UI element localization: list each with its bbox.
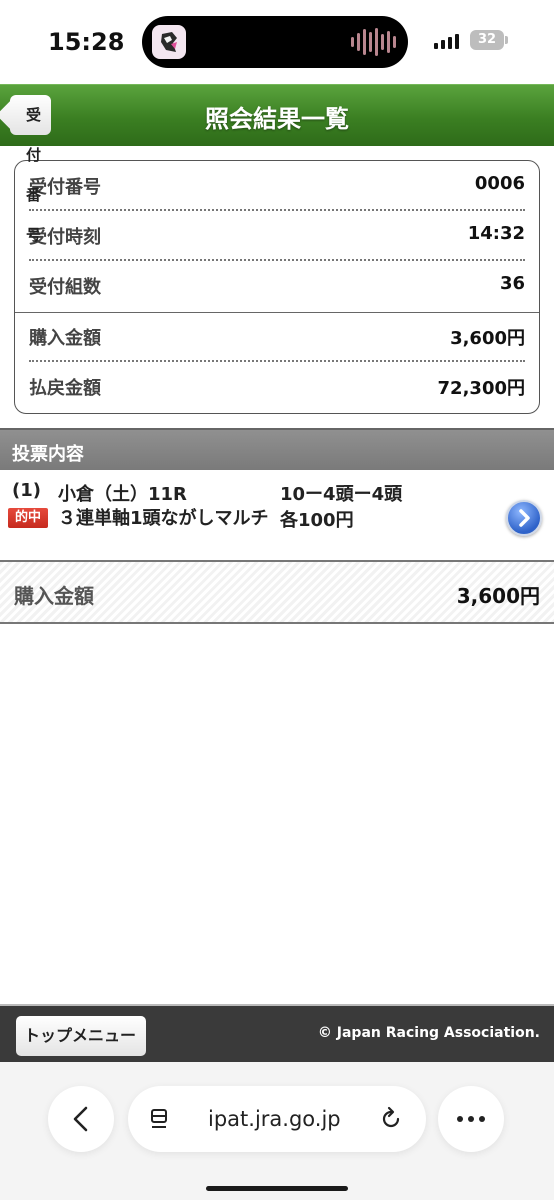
bet-number: (1)	[12, 480, 41, 501]
reload-icon[interactable]	[378, 1106, 404, 1132]
bet-race: 小倉（土）11R	[58, 484, 187, 505]
summary-label: 購入金額	[29, 328, 101, 349]
summary-value: 0006	[474, 173, 525, 194]
status-time: 15:28	[48, 28, 125, 56]
summary-value: 72,300円	[437, 378, 525, 399]
browser-back-button[interactable]	[48, 1086, 114, 1152]
summary-value: 14:32	[467, 223, 525, 244]
bet-type: ３連単軸1頭ながしマルチ	[58, 508, 269, 529]
back-button[interactable]: 受付番号	[10, 95, 52, 244]
summary-row-combination-count: 受付組数 36	[29, 261, 525, 311]
summary-row-receipt-time: 受付時刻 14:32	[29, 211, 525, 261]
battery-icon: 32	[470, 30, 504, 50]
footer: トップメニュー © Japan Racing Association.	[0, 1004, 554, 1062]
browser-toolbar: ipat.jra.go.jp	[0, 1062, 554, 1200]
umajo-app-icon[interactable]	[152, 25, 186, 59]
total-label: 購入金額	[14, 584, 94, 608]
dynamic-island[interactable]	[142, 16, 408, 68]
summary-label: 受付組数	[29, 277, 101, 298]
section-header-bet-contents: 投票内容	[0, 428, 554, 470]
more-options-button[interactable]	[438, 1086, 504, 1152]
cellular-signal-icon	[434, 33, 459, 49]
summary-row-receipt-number: 受付番号 0006	[29, 161, 525, 211]
address-bar[interactable]: ipat.jra.go.jp	[128, 1086, 426, 1152]
total-row: 購入金額 3,600円	[0, 562, 554, 624]
summary-row-purchase-amount: 購入金額 3,600円	[29, 312, 525, 362]
summary-value: 36	[499, 273, 525, 294]
hit-badge: 的中	[8, 508, 48, 528]
total-value: 3,600円	[456, 584, 540, 608]
home-indicator[interactable]	[206, 1186, 348, 1191]
chevron-left-icon	[73, 1106, 88, 1132]
app-header: 受付番号 照会結果一覧	[0, 84, 554, 244]
top-menu-button[interactable]: トップメニュー	[16, 1016, 147, 1056]
copyright-text: © Japan Racing Association.	[317, 1025, 540, 1041]
summary-value: 3,600円	[450, 328, 525, 349]
page-title: 照会結果一覧	[205, 105, 349, 133]
bet-list-item[interactable]: (1) 的中 小倉（土）11R ３連単軸1頭ながしマルチ 10ー4頭ー4頭 各1…	[0, 470, 554, 562]
audio-waveform-icon	[351, 28, 396, 56]
summary-card: 受付番号 0006 受付時刻 14:32 受付組数 36 購入金額 3,600円…	[14, 160, 540, 414]
url-text: ipat.jra.go.jp	[208, 1107, 341, 1131]
section-title: 投票内容	[12, 444, 84, 465]
chevron-right-icon[interactable]	[506, 500, 542, 536]
battery-tip	[505, 36, 508, 44]
umajo-app-icon-glyph	[161, 32, 177, 52]
summary-row-payout-amount: 払戻金額 72,300円	[29, 362, 525, 412]
status-bar: 15:28 32	[0, 0, 554, 84]
bet-amount-each: 各100円	[280, 510, 354, 531]
ellipsis-icon	[457, 1116, 485, 1122]
bet-combination: 10ー4頭ー4頭	[280, 484, 403, 505]
chevron-right-icon-glyph	[519, 509, 530, 527]
page-menu-icon[interactable]	[148, 1107, 172, 1131]
summary-label: 払戻金額	[29, 378, 101, 399]
